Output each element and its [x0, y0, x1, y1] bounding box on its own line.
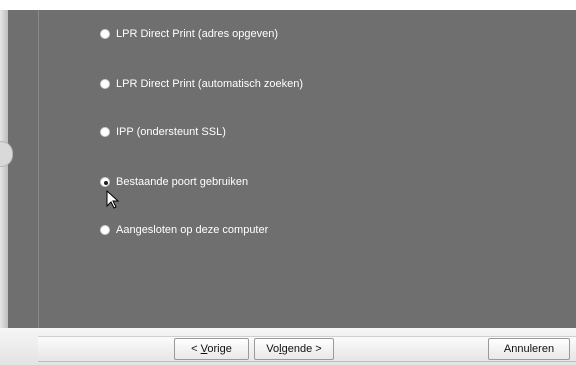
option-connected-to-this-computer[interactable]: Aangesloten op deze computer — [100, 223, 268, 237]
next-button[interactable]: Volgende > — [254, 338, 334, 360]
option-use-existing-port[interactable]: Bestaande poort gebruiken — [100, 175, 248, 189]
back-button-rest: orige — [207, 343, 232, 355]
next-button-prefix: Vo — [266, 343, 280, 355]
back-button-prefix: < — [191, 343, 201, 355]
option-lpr-direct-print-auto-search[interactable]: LPR Direct Print (automatisch zoeken) — [100, 77, 303, 91]
mouse-pointer-icon — [106, 190, 120, 209]
radio-button[interactable] — [100, 225, 110, 235]
radio-button-selected[interactable] — [100, 177, 110, 187]
option-label: Aangesloten op deze computer — [116, 224, 269, 236]
back-button[interactable]: < Vorige — [174, 338, 249, 360]
installer-window: LPR Direct Print (adres opgeven) LPR Dir… — [0, 0, 576, 365]
content-divider-line — [38, 10, 39, 328]
option-ipp-ssl[interactable]: IPP (ondersteunt SSL) — [100, 125, 226, 139]
option-lpr-direct-print-address[interactable]: LPR Direct Print (adres opgeven) — [100, 27, 278, 41]
radio-button[interactable] — [100, 29, 110, 39]
cancel-button[interactable]: Annuleren — [488, 338, 570, 360]
option-label: LPR Direct Print (automatisch zoeken) — [116, 78, 304, 90]
radio-button[interactable] — [100, 79, 110, 89]
option-label: LPR Direct Print (adres opgeven) — [116, 28, 279, 40]
option-label: IPP (ondersteunt SSL) — [116, 126, 226, 138]
next-button-rest: gende > — [281, 343, 322, 355]
option-label: Bestaande poort gebruiken — [116, 176, 249, 188]
left-strip — [0, 10, 8, 328]
radio-button[interactable] — [100, 127, 110, 137]
content-panel — [8, 10, 576, 328]
